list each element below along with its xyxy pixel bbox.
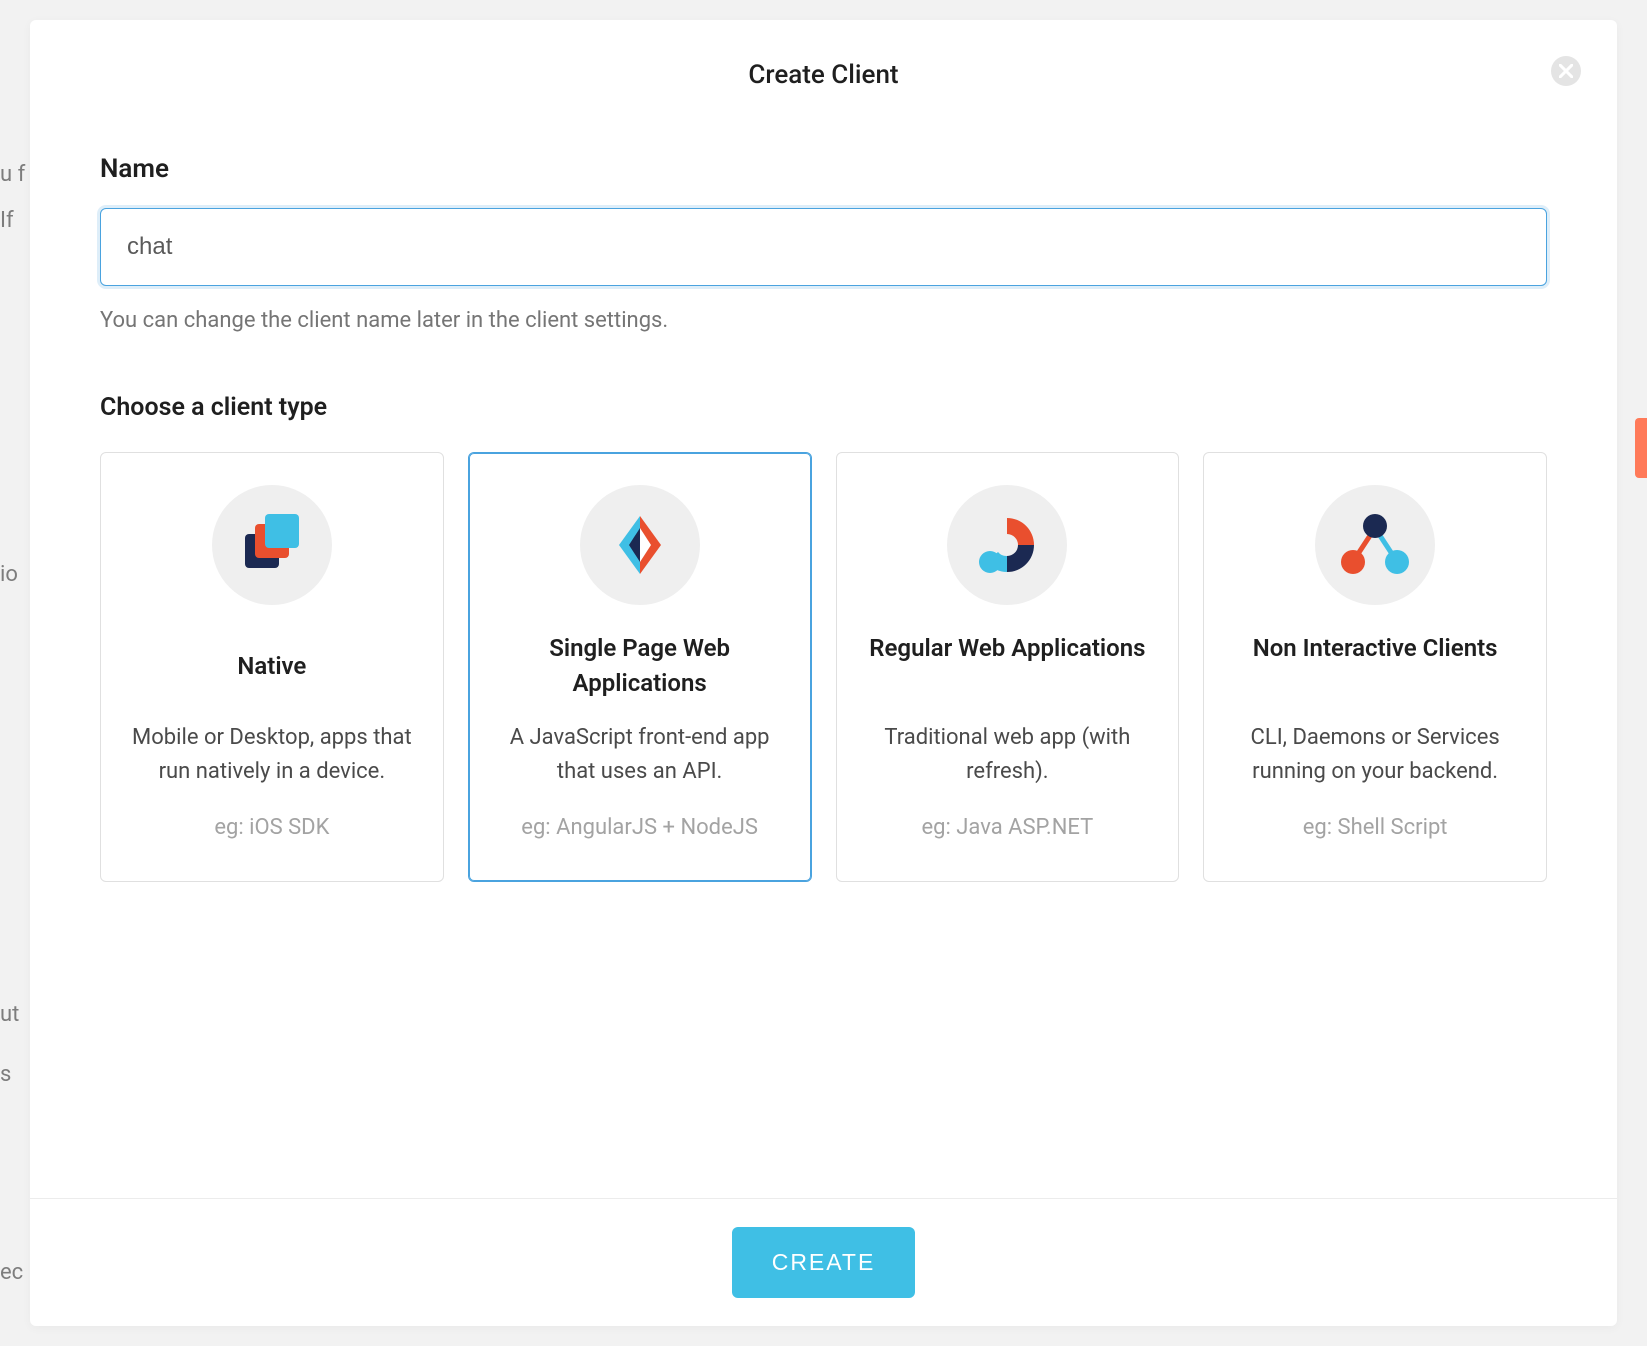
client-type-non-interactive[interactable]: Non Interactive Clients CLI, Daemons or …	[1203, 452, 1547, 882]
client-type-native[interactable]: Native Mobile or Desktop, apps that run …	[100, 452, 444, 882]
close-button[interactable]	[1551, 56, 1581, 86]
name-hint: You can change the client name later in …	[100, 308, 1547, 333]
close-icon	[1559, 64, 1573, 78]
spa-icon	[605, 510, 675, 580]
native-icon-circle	[212, 485, 332, 605]
card-description: CLI, Daemons or Services running on your…	[1224, 721, 1526, 789]
bg-text: ut	[0, 1002, 19, 1027]
card-title: Non Interactive Clients	[1224, 631, 1526, 701]
spa-icon-circle	[580, 485, 700, 605]
client-type-row: Native Mobile or Desktop, apps that run …	[100, 452, 1547, 882]
card-example: eg: AngularJS + NodeJS	[489, 811, 791, 845]
native-icon	[237, 510, 307, 580]
noninteractive-icon-circle	[1315, 485, 1435, 605]
webapp-icon	[972, 510, 1042, 580]
bg-text: ec	[0, 1260, 23, 1285]
card-example: eg: Shell Script	[1224, 811, 1526, 845]
bg-text: If	[0, 208, 14, 233]
bg-text: s	[0, 1062, 11, 1087]
client-type-spa[interactable]: Single Page Web Applications A JavaScrip…	[468, 452, 812, 882]
client-type-regular-web[interactable]: Regular Web Applications Traditional web…	[836, 452, 1180, 882]
card-example: eg: Java ASP.NET	[857, 811, 1159, 845]
card-description: Traditional web app (with refresh).	[857, 721, 1159, 789]
modal-header: Create Client	[30, 20, 1617, 124]
modal-title: Create Client	[30, 60, 1617, 90]
card-example: eg: iOS SDK	[121, 811, 423, 845]
bg-text: u f	[0, 162, 25, 187]
client-type-label: Choose a client type	[100, 393, 1547, 422]
create-button[interactable]: CREATE	[732, 1227, 916, 1298]
card-title: Single Page Web Applications	[489, 631, 791, 701]
card-description: A JavaScript front-end app that uses an …	[489, 721, 791, 789]
modal-body: Name You can change the client name late…	[30, 124, 1617, 1198]
name-label: Name	[100, 154, 1547, 184]
create-client-modal: Create Client Name You can change the cl…	[30, 20, 1617, 1326]
noninteractive-icon	[1337, 510, 1413, 580]
card-title: Native	[121, 631, 423, 701]
name-input[interactable]	[100, 208, 1547, 286]
bg-text: io	[0, 562, 18, 587]
card-title: Regular Web Applications	[857, 631, 1159, 701]
webapp-icon-circle	[947, 485, 1067, 605]
bg-accent	[1635, 418, 1647, 478]
modal-footer: CREATE	[30, 1198, 1617, 1326]
card-description: Mobile or Desktop, apps that run nativel…	[121, 721, 423, 789]
